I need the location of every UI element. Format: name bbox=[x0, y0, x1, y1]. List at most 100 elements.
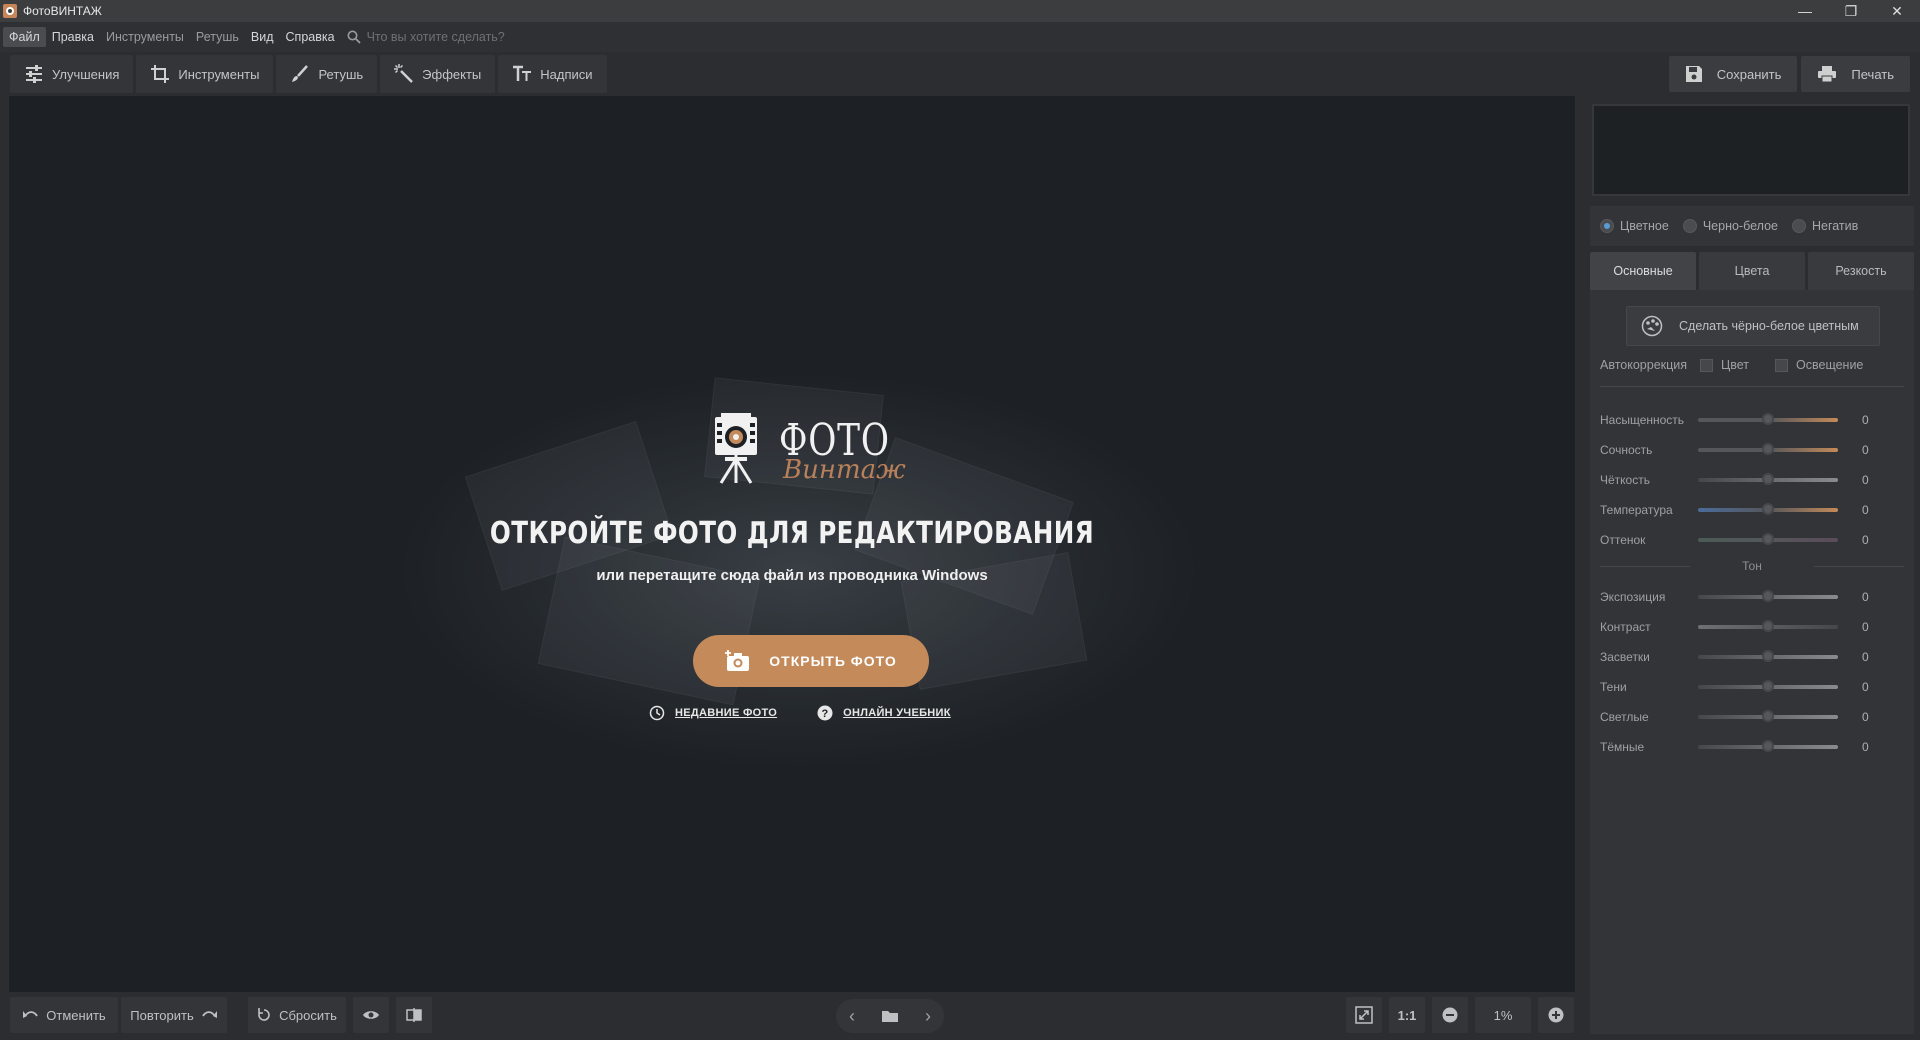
app-logo-icon bbox=[3, 4, 17, 18]
section-divider-right bbox=[1814, 566, 1904, 567]
slider-track[interactable] bbox=[1698, 413, 1838, 425]
slider-knob[interactable] bbox=[1762, 620, 1774, 632]
zoom-out-icon bbox=[1442, 1007, 1458, 1023]
slider-track[interactable] bbox=[1698, 473, 1838, 485]
menu-edit[interactable]: Правка bbox=[46, 27, 100, 47]
tab-captions[interactable]: Надписи bbox=[498, 55, 607, 93]
slider-knob[interactable] bbox=[1762, 740, 1774, 752]
slider-knob[interactable] bbox=[1762, 710, 1774, 722]
slider-knob[interactable] bbox=[1762, 680, 1774, 692]
slider-knob[interactable] bbox=[1762, 413, 1774, 425]
slider-knob[interactable] bbox=[1762, 533, 1774, 545]
reset-icon bbox=[258, 1008, 270, 1021]
mode-negative-radio[interactable]: Негатив bbox=[1791, 219, 1858, 233]
slider-track[interactable] bbox=[1698, 503, 1838, 515]
welcome-headline: ОТКРОЙТЕ ФОТО ДЛЯ РЕДАКТИРОВАНИЯ bbox=[489, 516, 1095, 551]
temperature-slider[interactable]: Температура 0 bbox=[1600, 500, 1900, 520]
command-search bbox=[347, 30, 567, 44]
slider-label: Засветки bbox=[1600, 650, 1650, 664]
slider-knob[interactable] bbox=[1762, 503, 1774, 515]
print-button[interactable]: Печать bbox=[1801, 56, 1910, 92]
compare-button[interactable] bbox=[396, 997, 432, 1033]
slider-knob[interactable] bbox=[1762, 650, 1774, 662]
tint-slider[interactable]: Оттенок 0 bbox=[1600, 530, 1900, 550]
bottom-toolbar: Отменить Повторить Сбросить ‹ › 1:1 1% bbox=[0, 992, 1580, 1040]
menu-view[interactable]: Вид bbox=[245, 27, 280, 47]
tab-tools[interactable]: Инструменты bbox=[136, 55, 274, 93]
slider-track[interactable] bbox=[1698, 533, 1838, 545]
tab-retouch[interactable]: Ретушь bbox=[276, 55, 378, 93]
fit-to-screen-button[interactable] bbox=[1346, 997, 1382, 1033]
recent-photos-label: НЕДАВНИЕ ФОТО bbox=[675, 707, 778, 719]
undo-icon bbox=[23, 1011, 39, 1018]
tab-basic[interactable]: Основные bbox=[1590, 252, 1696, 290]
slider-value: 0 bbox=[1862, 680, 1869, 694]
slider-track[interactable] bbox=[1698, 620, 1838, 632]
colorize-button[interactable]: Сделать чёрно-белое цветным bbox=[1626, 306, 1880, 346]
zoom-in-button[interactable] bbox=[1538, 997, 1574, 1033]
save-button-label: Сохранить bbox=[1716, 66, 1782, 82]
minimize-icon[interactable]: — bbox=[1782, 0, 1828, 22]
folder-icon[interactable] bbox=[881, 1009, 899, 1023]
mode-color-radio[interactable]: Цветное bbox=[1600, 219, 1669, 233]
print-button-label: Печать bbox=[1851, 66, 1894, 82]
exposure-slider[interactable]: Экспозиция 0 bbox=[1600, 587, 1900, 607]
photo-canvas[interactable]: ФОТО Винтаж ОТКРОЙТЕ ФОТО ДЛЯ РЕДАКТИРОВ… bbox=[9, 96, 1575, 992]
blacks-slider[interactable]: Тёмные 0 bbox=[1600, 737, 1900, 757]
slider-track[interactable] bbox=[1698, 650, 1838, 662]
highlights-slider[interactable]: Засветки 0 bbox=[1600, 647, 1900, 667]
shadows-slider[interactable]: Тени 0 bbox=[1600, 677, 1900, 697]
slider-track[interactable] bbox=[1698, 740, 1838, 752]
undo-button[interactable]: Отменить bbox=[10, 997, 118, 1033]
tab-enhancements[interactable]: Улучшения bbox=[10, 55, 134, 93]
restore-icon[interactable]: ❐ bbox=[1828, 0, 1874, 22]
vibrance-slider[interactable]: Сочность 0 bbox=[1600, 440, 1900, 460]
app-logo: ФОТО Винтаж bbox=[711, 411, 906, 491]
slider-label: Экспозиция bbox=[1600, 590, 1666, 604]
navigator-preview[interactable] bbox=[1592, 104, 1910, 196]
save-button[interactable]: Сохранить bbox=[1668, 56, 1798, 92]
vintage-camera-icon bbox=[715, 413, 757, 484]
command-search-input[interactable] bbox=[366, 30, 567, 44]
slider-value: 0 bbox=[1862, 443, 1869, 457]
contrast-slider[interactable]: Контраст 0 bbox=[1600, 617, 1900, 637]
menu-help[interactable]: Справка bbox=[280, 27, 341, 47]
menu-file[interactable]: Файл bbox=[3, 27, 46, 47]
slider-label: Насыщенность bbox=[1600, 413, 1685, 427]
tab-effects[interactable]: Эффекты bbox=[380, 55, 496, 93]
auto-color-checkbox[interactable]: Цвет bbox=[1700, 358, 1749, 372]
menu-retouch[interactable]: Ретушь bbox=[190, 27, 245, 47]
tab-colors[interactable]: Цвета bbox=[1699, 252, 1805, 290]
printer-icon bbox=[1818, 66, 1837, 83]
slider-track[interactable] bbox=[1698, 590, 1838, 602]
actual-size-button[interactable]: 1:1 bbox=[1389, 997, 1425, 1033]
whites-slider[interactable]: Светлые 0 bbox=[1600, 707, 1900, 727]
window-title: ФотоВИНТАЖ bbox=[23, 4, 102, 18]
previous-photo-icon[interactable]: ‹ bbox=[849, 1006, 855, 1027]
slider-track[interactable] bbox=[1698, 680, 1838, 692]
tab-sharpness[interactable]: Резкость bbox=[1808, 252, 1914, 290]
saturation-slider[interactable]: Насыщенность 0 bbox=[1600, 410, 1900, 430]
redo-button[interactable]: Повторить bbox=[121, 997, 227, 1033]
mode-bw-label: Черно-белое bbox=[1702, 219, 1778, 233]
slider-knob[interactable] bbox=[1762, 590, 1774, 602]
slider-track[interactable] bbox=[1698, 443, 1838, 455]
slider-knob[interactable] bbox=[1762, 443, 1774, 455]
close-icon[interactable]: ✕ bbox=[1874, 0, 1920, 22]
reset-button[interactable]: Сбросить bbox=[248, 997, 346, 1033]
open-photo-button[interactable]: ОТКРЫТЬ ФОТО bbox=[693, 635, 929, 687]
online-tutorial-link[interactable]: ? ОНЛАЙН УЧЕБНИК bbox=[817, 705, 951, 721]
slider-track[interactable] bbox=[1698, 710, 1838, 722]
recent-photos-link[interactable]: НЕДАВНИЕ ФОТО bbox=[649, 705, 777, 721]
next-photo-icon[interactable]: › bbox=[925, 1006, 931, 1027]
zoom-level-field[interactable]: 1% bbox=[1475, 997, 1531, 1033]
zoom-out-button[interactable] bbox=[1432, 997, 1468, 1033]
preview-toggle-button[interactable] bbox=[353, 997, 389, 1033]
slider-knob[interactable] bbox=[1762, 473, 1774, 485]
tab-enhancements-label: Улучшения bbox=[52, 66, 120, 82]
menu-tools[interactable]: Инструменты bbox=[100, 27, 190, 47]
mode-bw-radio[interactable]: Черно-белое bbox=[1682, 219, 1778, 233]
checkbox-box bbox=[1700, 358, 1713, 372]
clarity-slider[interactable]: Чёткость 0 bbox=[1600, 470, 1900, 490]
auto-light-checkbox[interactable]: Освещение bbox=[1775, 358, 1863, 372]
